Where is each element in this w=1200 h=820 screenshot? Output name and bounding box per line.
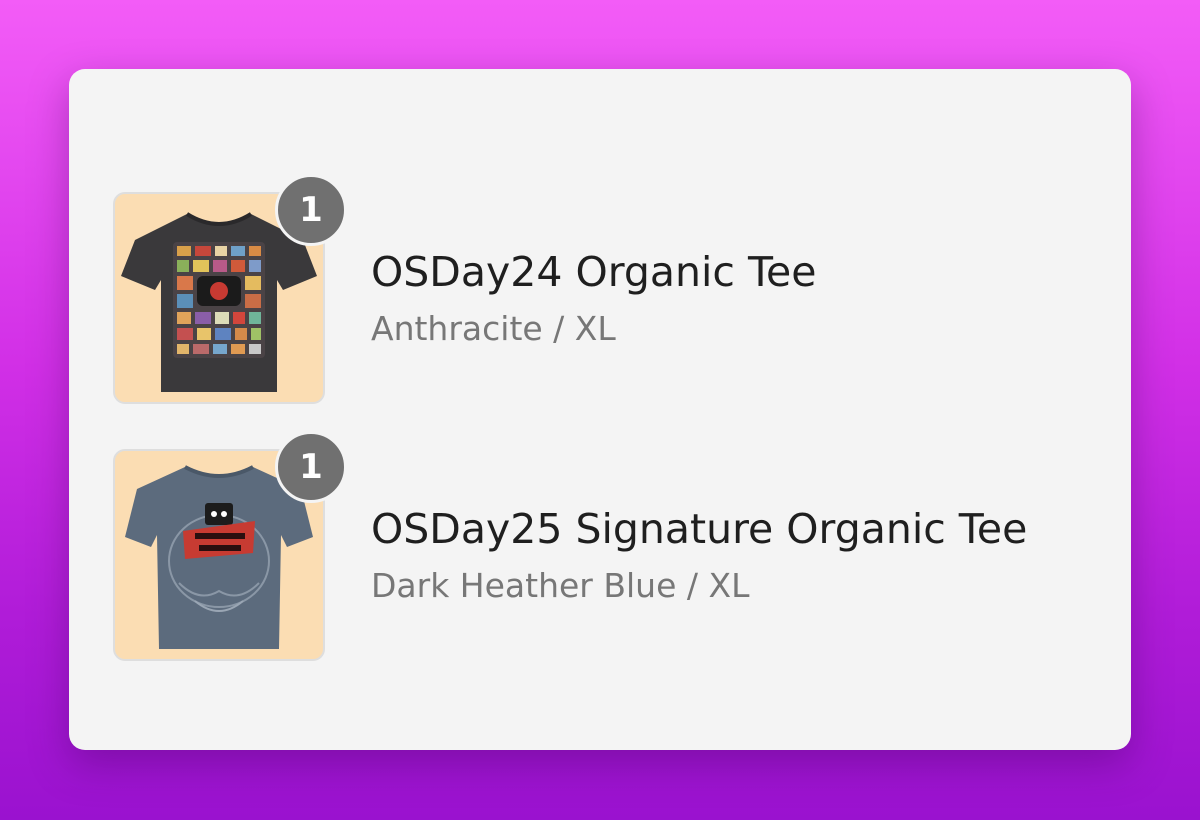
product-title[interactable]: OSDay24 Organic Tee xyxy=(371,248,817,296)
quantity-badge: 1 xyxy=(275,431,347,503)
line-item[interactable]: 1 OSDay25 Signature Organic Tee Dark Hea… xyxy=(113,431,1073,661)
product-variant: Anthracite / XL xyxy=(371,309,616,348)
product-title[interactable]: OSDay25 Signature Organic Tee xyxy=(371,505,1027,553)
product-info: OSDay24 Organic Tee Anthracite / XL xyxy=(371,248,817,348)
quantity-badge: 1 xyxy=(275,174,347,246)
line-item[interactable]: 1 OSDay24 Organic Tee Anthracite / XL xyxy=(113,174,1073,404)
product-thumbnail-wrapper: 1 xyxy=(113,431,347,661)
order-summary-card: 1 OSDay24 Organic Tee Anthracite / XL 1 … xyxy=(69,69,1131,750)
product-variant: Dark Heather Blue / XL xyxy=(371,566,750,605)
product-thumbnail-wrapper: 1 xyxy=(113,174,347,404)
product-info: OSDay25 Signature Organic Tee Dark Heath… xyxy=(371,505,1027,605)
